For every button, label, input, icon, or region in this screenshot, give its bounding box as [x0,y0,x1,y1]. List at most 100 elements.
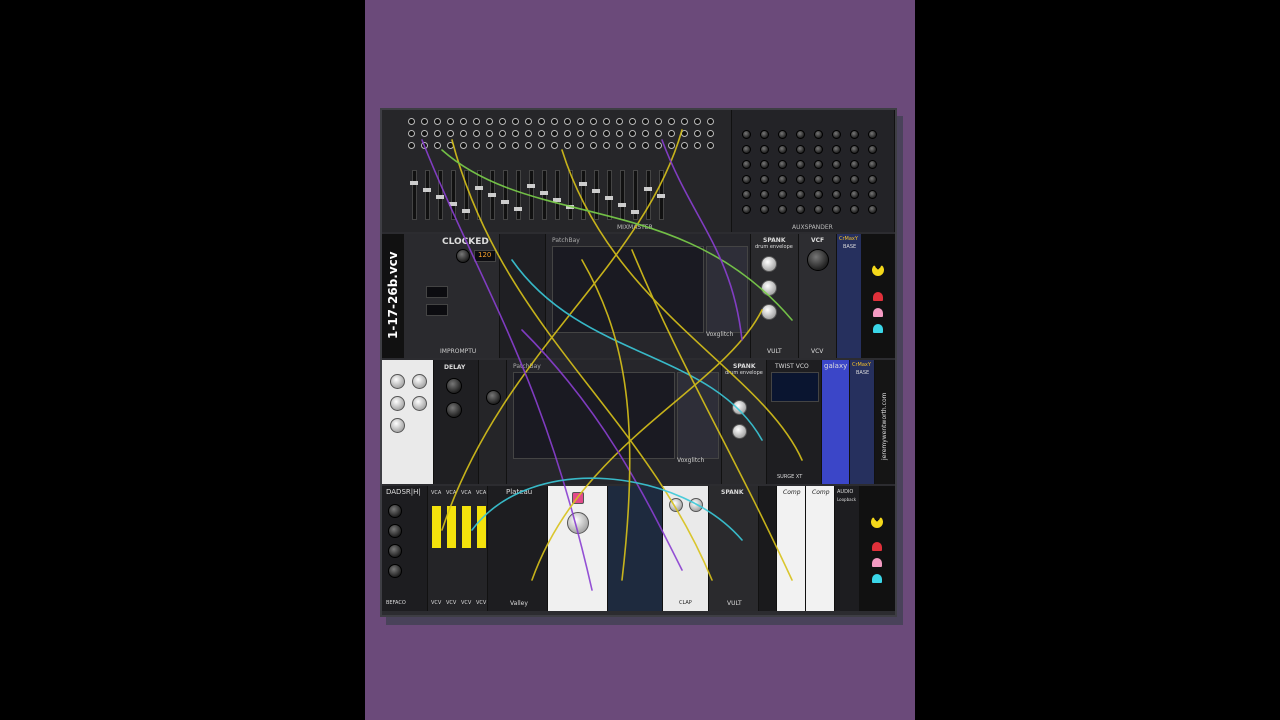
aux-send-knob[interactable] [832,145,841,154]
aux-send-knob[interactable] [778,205,787,214]
input-jack[interactable] [551,118,558,125]
spank-module-2[interactable]: SPANK drum envelope [722,360,767,484]
cutoff-knob[interactable] [807,249,829,271]
channel-fader[interactable] [592,170,600,220]
clap-knob-1[interactable] [669,498,683,512]
input-jack[interactable] [408,118,415,125]
aux-send-knob[interactable] [868,205,877,214]
channel-fader[interactable] [449,170,457,220]
aux-send-knob[interactable] [742,175,751,184]
input-jack[interactable] [408,130,415,137]
sequencer-strip[interactable] [759,486,777,611]
input-jack[interactable] [590,142,597,149]
channel-fader[interactable] [514,170,522,220]
channel-fader[interactable] [540,170,548,220]
input-jack[interactable] [707,118,714,125]
channel-fader[interactable] [488,170,496,220]
aux-send-knob[interactable] [742,190,751,199]
aux-send-knob[interactable] [742,160,751,169]
mixmaster-module[interactable]: MIXMASTER [382,110,732,232]
aux-send-knob[interactable] [814,160,823,169]
input-jack[interactable] [512,118,519,125]
input-jack[interactable] [460,118,467,125]
attack-knob[interactable] [388,524,402,538]
input-jack[interactable] [460,142,467,149]
spank2-knob-1[interactable] [732,400,747,415]
spank-module-3[interactable]: SPANK VULT [709,486,759,611]
aux-send-knob[interactable] [850,160,859,169]
fader-cap[interactable] [410,181,418,185]
aux-send-knob[interactable] [742,145,751,154]
channel-fader[interactable] [475,170,483,220]
aux-send-knob[interactable] [742,205,751,214]
plateau-module[interactable]: Plateau Valley [488,486,548,611]
delay-time-knob[interactable] [446,378,462,394]
input-jack[interactable] [486,118,493,125]
aux-send-knob[interactable] [760,145,769,154]
fader-cap[interactable] [501,200,509,204]
aux-send-knob[interactable] [814,175,823,184]
input-jack[interactable] [590,130,597,137]
input-jack[interactable] [564,118,571,125]
aux-send-knob[interactable] [850,190,859,199]
spank2-knob-2[interactable] [732,424,747,439]
aux-send-knob[interactable] [778,145,787,154]
input-jack[interactable] [668,142,675,149]
aux-send-knob[interactable] [796,205,805,214]
aux-send-knob[interactable] [868,130,877,139]
input-jack[interactable] [629,118,636,125]
fader-cap[interactable] [592,189,600,193]
kick-knob-1[interactable] [390,374,405,389]
channel-fader[interactable] [423,170,431,220]
channel-fader[interactable] [644,170,652,220]
input-jack[interactable] [681,118,688,125]
input-jack[interactable] [603,142,610,149]
input-jack[interactable] [538,130,545,137]
input-jack[interactable] [655,142,662,149]
input-jack[interactable] [707,130,714,137]
channel-fader[interactable] [631,170,639,220]
aux-send-knob[interactable] [760,160,769,169]
input-jack[interactable] [473,118,480,125]
input-jack[interactable] [577,118,584,125]
input-jack[interactable] [707,142,714,149]
aux-send-knob[interactable] [742,130,751,139]
aux-send-knob[interactable] [778,160,787,169]
input-jack[interactable] [447,130,454,137]
crmaxy-module-1[interactable]: CrMaxY BASE [837,234,862,358]
input-jack[interactable] [694,118,701,125]
input-jack[interactable] [525,142,532,149]
patchbay-module-1[interactable]: PatchBay Voxglitch [546,234,751,358]
input-jack[interactable] [603,130,610,137]
twist-vco-module[interactable]: TWIST VCO SURGE XT [767,360,822,484]
fader-cap[interactable] [631,210,639,214]
aux-send-knob[interactable] [814,145,823,154]
aux-send-knob[interactable] [760,130,769,139]
aux-send-knob[interactable] [778,190,787,199]
input-jack[interactable] [434,142,441,149]
input-jack[interactable] [473,142,480,149]
input-jack[interactable] [655,118,662,125]
spank-knob-3[interactable] [761,304,777,320]
aux-send-knob[interactable] [814,190,823,199]
input-jack[interactable] [421,118,428,125]
dadsrh-module[interactable]: DADSR|H| BEFACO [382,486,428,611]
aux-send-knob[interactable] [760,175,769,184]
fader-cap[interactable] [579,182,587,186]
input-jack[interactable] [512,130,519,137]
aux-send-knob[interactable] [850,145,859,154]
saturation-knob[interactable] [390,418,405,433]
decay-knob[interactable] [388,544,402,558]
kick-knob-3[interactable] [390,396,405,411]
input-jack[interactable] [408,142,415,149]
input-jack[interactable] [460,130,467,137]
auxspander-module[interactable]: AUXSPANDER [732,110,895,232]
channel-fader[interactable] [566,170,574,220]
kick-knob-2[interactable] [412,374,427,389]
fader-cap[interactable] [488,193,496,197]
aux-send-knob[interactable] [868,160,877,169]
aux-send-knob[interactable] [868,175,877,184]
input-jack[interactable] [421,142,428,149]
aux-send-knob[interactable] [832,160,841,169]
input-jack[interactable] [551,142,558,149]
